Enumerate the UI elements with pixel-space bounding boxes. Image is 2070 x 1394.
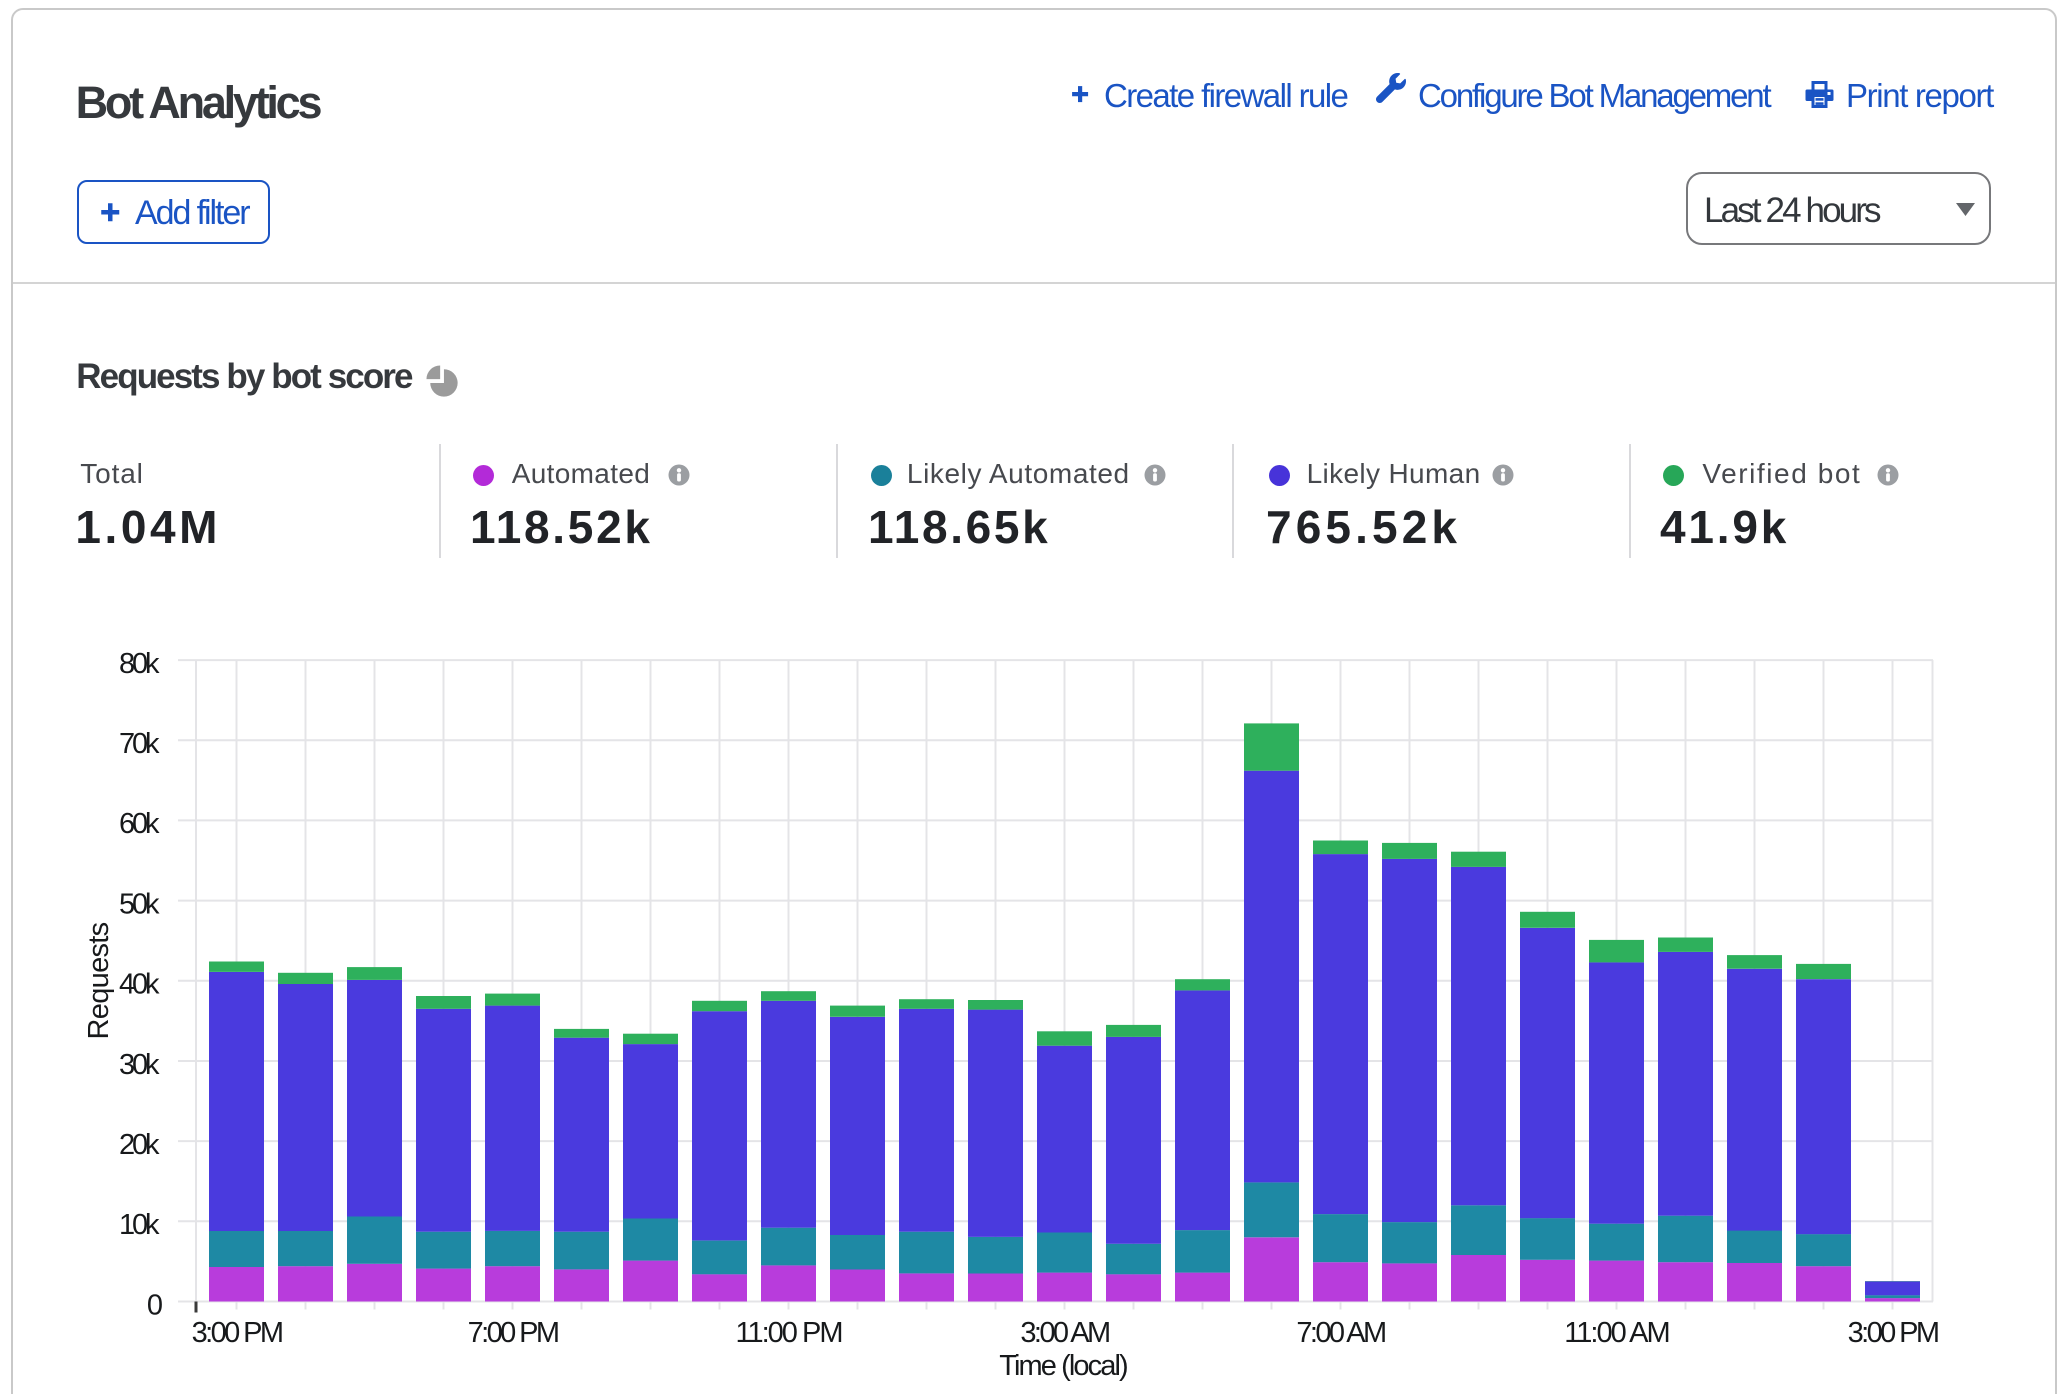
svg-text:7:00 PM: 7:00 PM [468, 1317, 558, 1349]
svg-text:11:00 PM: 11:00 PM [736, 1317, 842, 1349]
svg-text:60k: 60k [119, 808, 160, 840]
svg-text:80k: 80k [119, 648, 160, 680]
svg-text:20k: 20k [119, 1129, 160, 1161]
svg-text:30k: 30k [119, 1049, 160, 1081]
svg-text:11:00 AM: 11:00 AM [1564, 1317, 1668, 1349]
svg-text:50k: 50k [119, 888, 160, 920]
svg-text:0: 0 [147, 1289, 162, 1321]
svg-text:7:00 AM: 7:00 AM [1296, 1317, 1385, 1349]
svg-text:3:00 AM: 3:00 AM [1020, 1317, 1109, 1349]
svg-text:40k: 40k [119, 969, 160, 1001]
svg-text:3:00 PM: 3:00 PM [192, 1317, 282, 1349]
svg-text:10k: 10k [119, 1209, 160, 1241]
svg-text:3:00 PM: 3:00 PM [1848, 1317, 1938, 1349]
svg-text:Time (local): Time (local) [999, 1350, 1127, 1382]
svg-text:Requests: Requests [83, 922, 115, 1039]
svg-text:70k: 70k [119, 728, 160, 760]
